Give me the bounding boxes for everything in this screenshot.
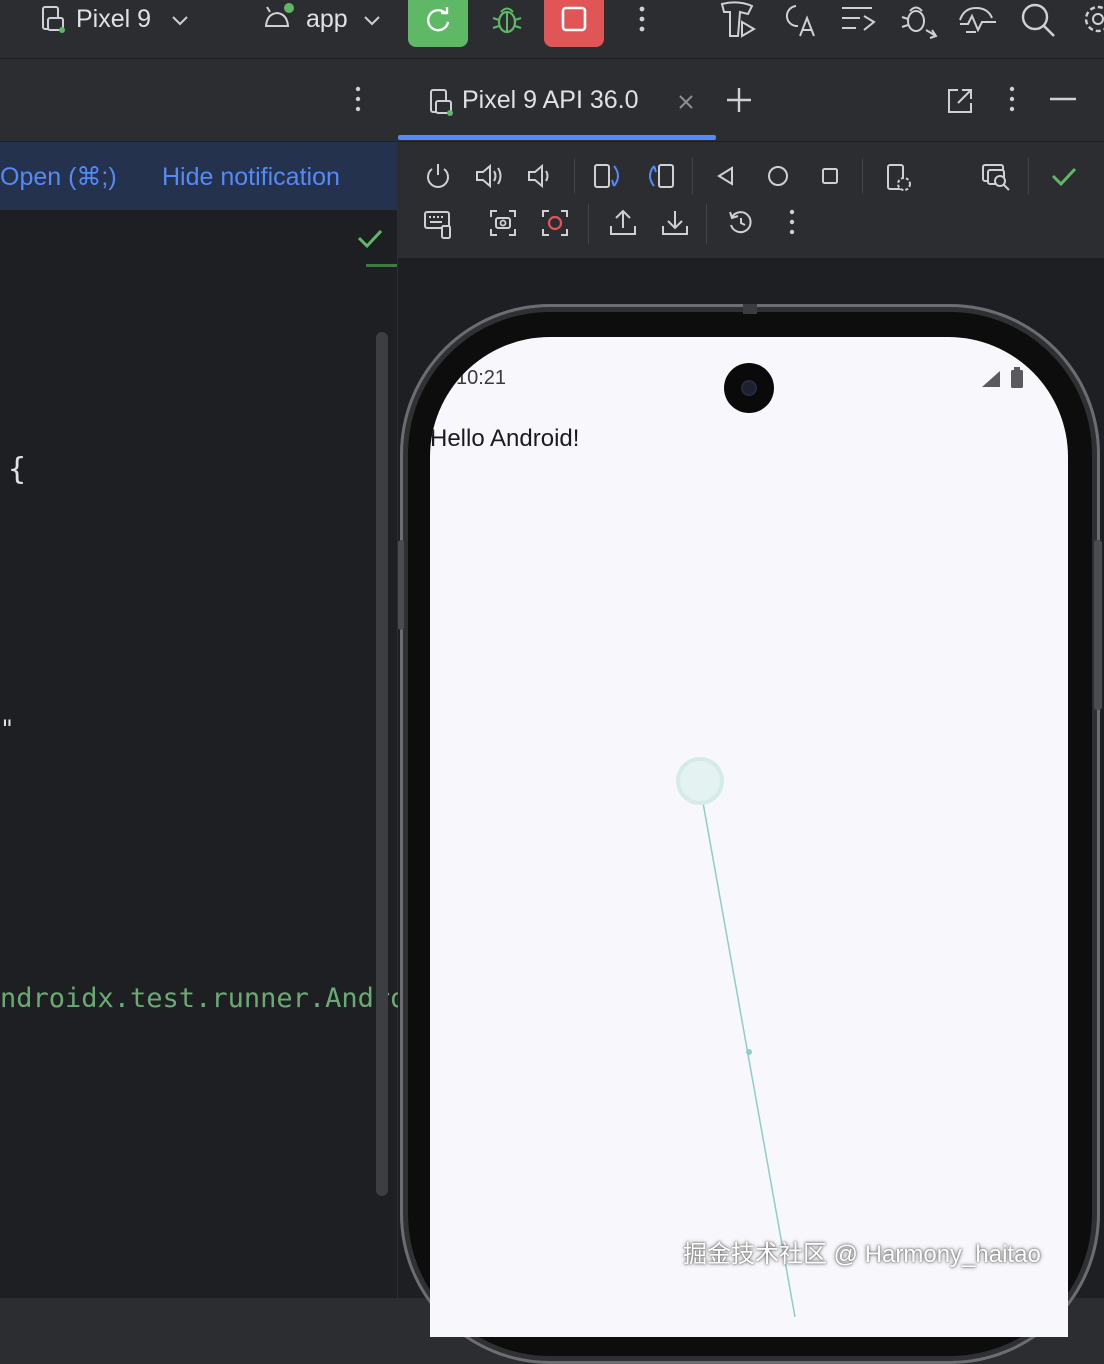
toolbar-divider bbox=[862, 158, 863, 194]
stop-button[interactable] bbox=[544, 0, 604, 47]
minimize-icon[interactable] bbox=[1048, 89, 1078, 109]
screen-record-icon[interactable] bbox=[540, 208, 570, 238]
active-tab-indicator bbox=[398, 135, 716, 140]
rotate-right-icon[interactable] bbox=[644, 162, 676, 190]
rotate-left-icon[interactable] bbox=[592, 162, 624, 190]
code-line[interactable]: { bbox=[8, 452, 26, 487]
power-icon[interactable] bbox=[424, 162, 452, 190]
device-screen[interactable]: 10:21 Hello Android! bbox=[430, 337, 1068, 1337]
side-button[interactable] bbox=[1094, 540, 1102, 710]
translate-icon[interactable] bbox=[778, 0, 820, 40]
device-selector-label: Pixel 9 bbox=[76, 5, 152, 33]
device-search-icon[interactable] bbox=[980, 162, 1012, 192]
code-line[interactable]: " bbox=[0, 715, 14, 743]
run-configuration-selector[interactable]: app bbox=[262, 0, 387, 40]
phone-frame-seam bbox=[743, 304, 757, 314]
volume-up-icon[interactable] bbox=[474, 162, 506, 190]
editor-header bbox=[0, 59, 397, 142]
device-icon bbox=[42, 6, 65, 33]
attach-debugger-icon[interactable] bbox=[898, 0, 940, 40]
device-tab-bar: Pixel 9 API 36.0 bbox=[398, 59, 1104, 141]
upload-icon[interactable] bbox=[608, 208, 638, 238]
volume-down-icon[interactable] bbox=[526, 162, 554, 190]
side-button[interactable] bbox=[398, 540, 404, 630]
chevron-down-icon bbox=[364, 16, 380, 26]
touch-indicator bbox=[676, 757, 796, 1318]
device-selector[interactable]: Pixel 9 bbox=[38, 0, 198, 40]
layout-inspector-icon[interactable] bbox=[838, 0, 878, 40]
inspection-indicator bbox=[366, 264, 397, 267]
more-vertical-icon[interactable] bbox=[630, 4, 654, 34]
gear-icon[interactable] bbox=[1078, 0, 1104, 40]
back-icon[interactable] bbox=[714, 164, 738, 188]
more-vertical-icon[interactable] bbox=[1000, 85, 1024, 115]
apply-changes-icon[interactable] bbox=[718, 0, 760, 40]
chevron-down-icon bbox=[172, 16, 188, 26]
emulator-toolbar bbox=[398, 142, 1104, 258]
device-settings-icon[interactable] bbox=[884, 162, 914, 194]
search-icon[interactable] bbox=[1018, 0, 1058, 40]
profiler-icon[interactable] bbox=[956, 0, 1000, 40]
toolbar-divider bbox=[1028, 158, 1029, 194]
tab-label: Pixel 9 API 36.0 bbox=[462, 86, 639, 114]
open-external-icon[interactable] bbox=[946, 87, 974, 115]
toolbar-divider bbox=[588, 204, 589, 244]
overview-icon[interactable] bbox=[818, 164, 842, 188]
debug-icon[interactable] bbox=[490, 3, 524, 37]
editor-scrollbar[interactable] bbox=[376, 332, 388, 1196]
watermark-text: 掘金技术社区 @ Harmony_haitao bbox=[683, 1241, 1041, 1268]
device-icon bbox=[430, 89, 453, 116]
home-icon[interactable] bbox=[766, 164, 790, 188]
screenshot-icon[interactable] bbox=[488, 208, 518, 238]
more-vertical-icon[interactable] bbox=[780, 208, 804, 238]
main-toolbar: Pixel 9 app bbox=[0, 0, 1104, 59]
download-icon[interactable] bbox=[660, 208, 690, 238]
rerun-button[interactable] bbox=[408, 0, 468, 47]
more-vertical-icon[interactable] bbox=[346, 85, 370, 115]
toolbar-divider bbox=[692, 158, 693, 194]
checkmark-icon bbox=[357, 229, 383, 249]
rerun-icon bbox=[427, 7, 450, 32]
open-link[interactable]: Open (⌘;) bbox=[0, 162, 117, 192]
toolbar-divider bbox=[574, 158, 575, 194]
hide-notification-link[interactable]: Hide notification bbox=[162, 162, 340, 192]
toolbar-divider bbox=[706, 204, 707, 244]
run-configuration-label: app bbox=[306, 5, 348, 33]
android-icon bbox=[264, 3, 294, 27]
keyboard-icon[interactable] bbox=[422, 208, 454, 240]
add-icon[interactable] bbox=[724, 85, 754, 115]
stop-icon bbox=[561, 6, 587, 32]
code-line[interactable]: ndroidx.test.runner.Androi bbox=[0, 983, 423, 1014]
snapshot-reset-icon[interactable] bbox=[726, 208, 756, 238]
checkmark-icon bbox=[1051, 167, 1077, 187]
close-icon[interactable] bbox=[676, 92, 696, 112]
tab-pixel-9-api-36[interactable]: Pixel 9 API 36.0 bbox=[398, 59, 716, 141]
editor-panel bbox=[0, 59, 397, 1298]
